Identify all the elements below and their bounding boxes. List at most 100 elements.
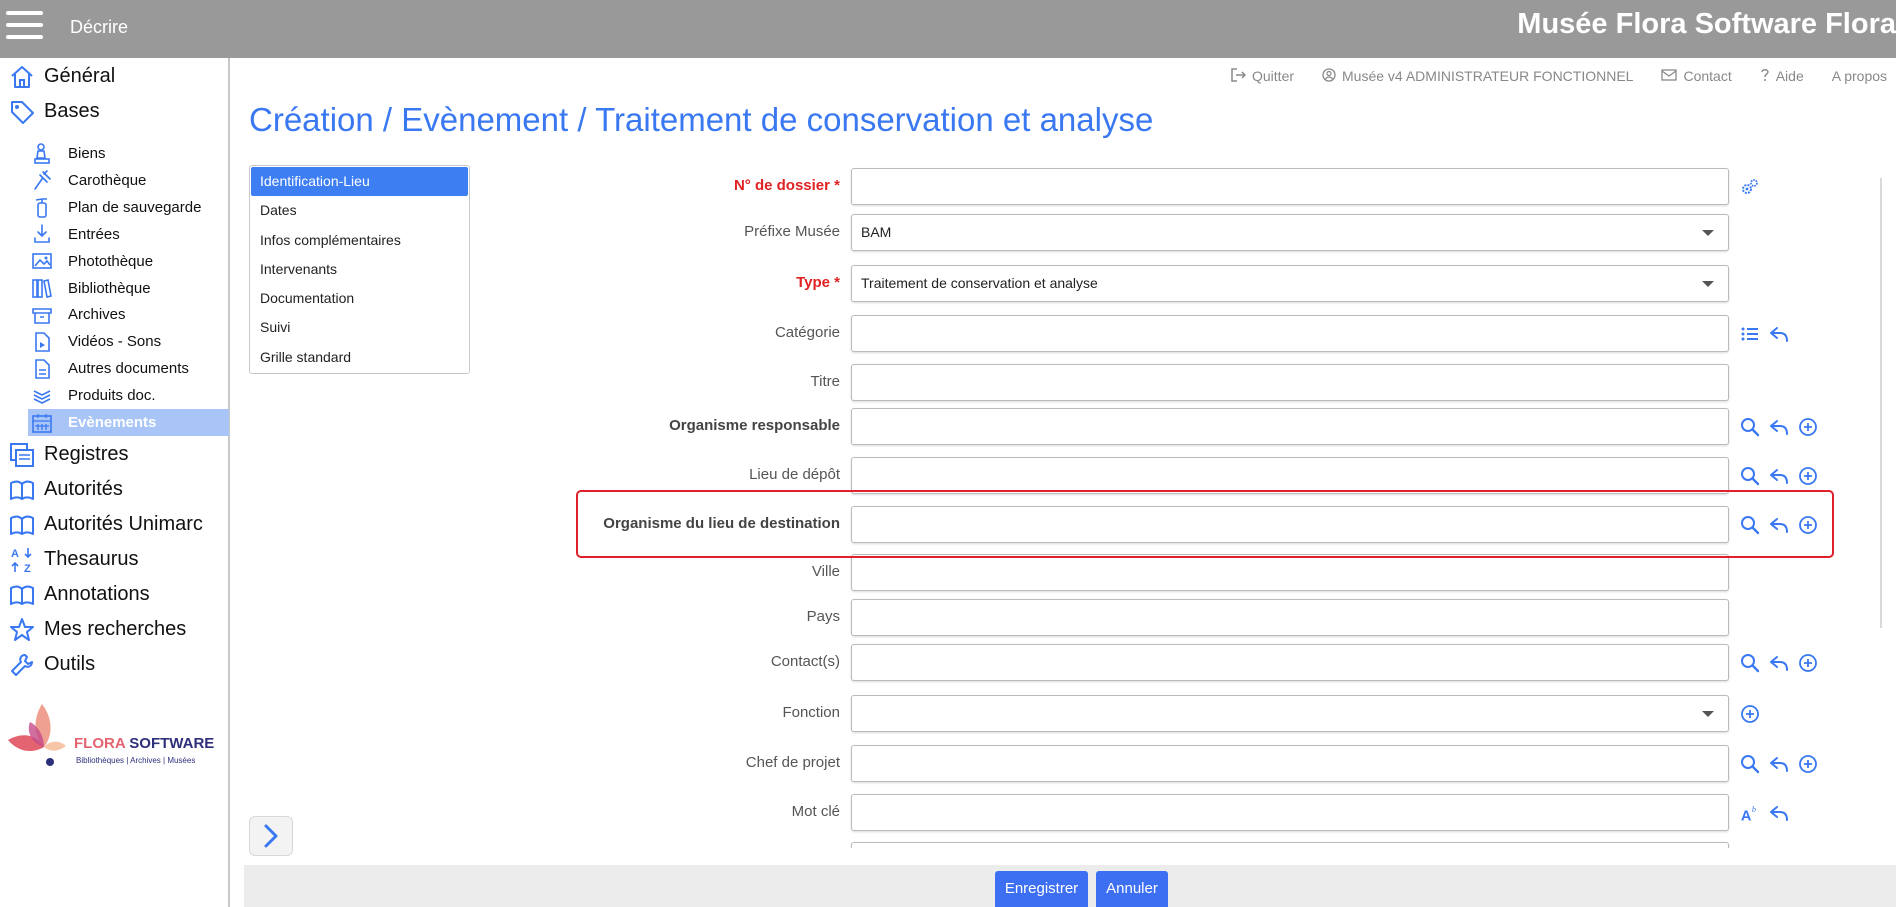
undo-arrow-icon[interactable] <box>1769 417 1789 437</box>
search-icon[interactable] <box>1740 754 1760 774</box>
expand-panel-button[interactable] <box>249 816 293 856</box>
image-icon <box>30 249 54 273</box>
sidebar-item-thesaurus[interactable]: A Z Thesaurus <box>0 542 229 577</box>
sidebar-item-ev-nements[interactable]: Evènements <box>28 409 229 436</box>
sidebar-item-label: Plan de sauvegarde <box>68 198 202 216</box>
input-chef-de-projet[interactable] <box>851 745 1729 782</box>
video-file-icon <box>30 330 54 354</box>
undo-arrow-icon[interactable] <box>1769 754 1789 774</box>
input-titre[interactable] <box>851 364 1729 401</box>
field-actions <box>1740 466 1827 486</box>
form-scrollbar[interactable] <box>1880 178 1882 628</box>
sidebar: Général Bases Biens Carothèque Plan de sauve… <box>0 58 230 907</box>
download-icon <box>30 222 54 246</box>
tab-intervenants[interactable]: Intervenants <box>251 255 468 284</box>
tab-infos-compl-mentaires[interactable]: Infos complémentaires <box>251 226 468 255</box>
toplink-aide[interactable]: Aide <box>1760 67 1804 86</box>
sidebar-item-produits-doc-[interactable]: Produits doc. <box>28 382 229 409</box>
tab-documentation[interactable]: Documentation <box>251 284 468 313</box>
field-label: Titre <box>810 373 840 390</box>
sidebar-item-label: Entrées <box>68 225 120 243</box>
select-fonction[interactable] <box>851 695 1729 732</box>
search-icon[interactable] <box>1740 417 1760 437</box>
dropdown-caret-icon[interactable] <box>1702 281 1714 287</box>
tab-identification-lieu[interactable]: Identification-Lieu <box>251 167 468 197</box>
add-circle-icon[interactable] <box>1798 754 1818 774</box>
list-icon[interactable] <box>1740 324 1760 344</box>
toplink-label: Musée v4 ADMINISTRATEUR FONCTIONNEL <box>1342 68 1634 84</box>
field-row-fonction: Fonction <box>500 693 1850 733</box>
add-circle-icon[interactable] <box>1798 653 1818 673</box>
sidebar-item-archives[interactable]: Archives <box>28 301 229 328</box>
gears-icon[interactable] <box>1740 177 1760 197</box>
svg-text:A: A <box>11 548 19 560</box>
sidebar-item-plan-de-sauvegarde[interactable]: Plan de sauvegarde <box>28 194 229 221</box>
undo-arrow-icon[interactable] <box>1769 653 1789 673</box>
toplink-label: Aide <box>1775 68 1804 84</box>
select-pr-fixe-mus-e[interactable]: BAM <box>851 214 1729 251</box>
select-type[interactable]: Traitement de conservation et analyse <box>851 265 1729 302</box>
undo-arrow-icon[interactable] <box>1769 803 1789 823</box>
sidebar-item-entr-es[interactable]: Entrées <box>28 221 229 248</box>
search-icon[interactable] <box>1740 653 1760 673</box>
hamburger-menu-icon[interactable] <box>6 11 43 41</box>
star-icon <box>8 616 36 644</box>
tab-suivi[interactable]: Suivi <box>251 313 468 342</box>
input-n-de-dossier[interactable] <box>851 168 1729 205</box>
input-mot-cl[interactable] <box>851 794 1729 831</box>
toplink-contact[interactable]: Contact <box>1661 68 1732 85</box>
field-row-cat-gorie: Catégorie <box>500 313 1850 353</box>
sidebar-item-biblioth-que[interactable]: Bibliothèque <box>28 275 229 302</box>
add-circle-icon[interactable] <box>1798 466 1818 486</box>
sidebar-item-label: Carothèque <box>68 171 147 189</box>
sidebar-item-phototh-que[interactable]: Photothèque <box>28 248 229 275</box>
undo-arrow-icon[interactable] <box>1769 324 1789 344</box>
field-label: Préfixe Musée <box>744 223 840 240</box>
cancel-button[interactable]: Annuler <box>1096 871 1168 907</box>
field-label: Catégorie <box>774 324 840 341</box>
undo-arrow-icon[interactable] <box>1769 466 1789 486</box>
font-style-icon[interactable]: Ab <box>1740 803 1760 823</box>
add-circle-icon[interactable] <box>1798 417 1818 437</box>
field-actions <box>1740 417 1827 437</box>
sidebar-item-caroth-que[interactable]: Carothèque <box>28 167 229 194</box>
sidebar-item-vid-os-sons[interactable]: Vidéos - Sons <box>28 328 229 355</box>
input-pays[interactable] <box>851 599 1729 636</box>
add-circle-icon[interactable] <box>1740 704 1760 724</box>
sidebar-item-mes-recherches[interactable]: Mes recherches <box>0 612 229 647</box>
sidebar-item-biens[interactable]: Biens <box>28 140 229 167</box>
field-label: Fonction <box>782 704 840 721</box>
tab-grille-standard[interactable]: Grille standard <box>251 343 468 372</box>
az-sort-icon: AZ <box>8 546 36 574</box>
flora-software-logo: FLORA SOFTWARE Bibliothèques | Archives … <box>4 702 224 772</box>
field-row-chef-de-projet: Chef de projet <box>500 743 1850 783</box>
sidebar-item-g-n-ral[interactable]: Général <box>0 59 229 94</box>
svg-text:A: A <box>1741 808 1752 823</box>
input-partial[interactable] <box>851 842 1729 848</box>
toplink-label: A propos <box>1831 68 1888 84</box>
toplink-a-propos[interactable]: A propos <box>1832 68 1887 84</box>
toplink-quitter[interactable]: Quitter <box>1230 67 1294 86</box>
dropdown-caret-icon[interactable] <box>1702 711 1714 717</box>
sidebar-item-autres-documents[interactable]: Autres documents <box>28 355 229 382</box>
input-contact-s[interactable] <box>851 644 1729 681</box>
tab-dates[interactable]: Dates <box>251 196 468 225</box>
sidebar-item-bases[interactable]: Bases <box>0 94 229 129</box>
sidebar-item-autorit-s[interactable]: Autorités <box>0 472 229 507</box>
sidebar-item-annotations[interactable]: Annotations <box>0 577 229 612</box>
sidebar-item-label: Produits doc. <box>68 387 156 405</box>
input-cat-gorie[interactable] <box>851 315 1729 352</box>
input-organisme-responsable[interactable] <box>851 408 1729 445</box>
save-button[interactable]: Enregistrer <box>995 871 1088 907</box>
sidebar-item-autorit-s-unimarc[interactable]: Autorités Unimarc <box>0 507 229 542</box>
input-ville[interactable] <box>851 554 1729 591</box>
field-label: Ville <box>811 563 840 580</box>
sidebar-item-label: Autres documents <box>68 360 189 378</box>
sidebar-item-registres[interactable]: Registres <box>0 437 229 472</box>
search-icon[interactable] <box>1740 466 1760 486</box>
input-lieu-de-d-p-t[interactable] <box>851 457 1729 494</box>
open-book-icon <box>8 581 36 609</box>
toplink-mus-e-v4-administrateur-fonctionnel[interactable]: Musée v4 ADMINISTRATEUR FONCTIONNEL <box>1322 67 1634 85</box>
dropdown-caret-icon[interactable] <box>1702 230 1714 236</box>
sidebar-item-outils[interactable]: Outils <box>0 647 229 682</box>
